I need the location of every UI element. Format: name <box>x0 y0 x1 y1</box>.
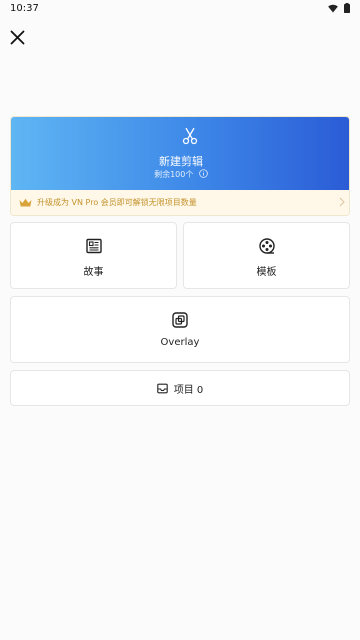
film-reel-icon <box>258 238 275 254</box>
close-button[interactable] <box>6 26 28 48</box>
info-icon[interactable] <box>199 169 208 178</box>
status-time: 10:37 <box>10 3 39 14</box>
projects-label: 项目 0 <box>173 384 204 396</box>
template-tile[interactable]: 模板 <box>183 222 350 289</box>
status-icons <box>328 3 350 13</box>
new-edit-title: 新建剪辑 <box>159 155 203 168</box>
overlay-icon <box>172 312 188 328</box>
close-icon <box>10 30 24 44</box>
crown-icon <box>19 198 32 206</box>
chevron-right-icon <box>339 197 345 207</box>
overlay-label: Overlay <box>160 337 200 348</box>
status-bar: 10:37 <box>0 0 360 18</box>
new-edit-button[interactable]: 新建剪辑 剩余100个 <box>11 117 349 190</box>
scissors-icon <box>182 127 198 145</box>
wifi-icon <box>328 4 338 12</box>
overlay-tile[interactable]: Overlay <box>10 296 350 363</box>
story-tile[interactable]: 故事 <box>10 222 177 289</box>
newspaper-icon <box>85 238 102 254</box>
template-label: 模板 <box>256 267 277 278</box>
pro-upgrade-banner[interactable]: 升级成为 VN Pro 会员即可解锁无限项目数量 <box>11 190 349 215</box>
story-label: 故事 <box>83 267 104 278</box>
new-edit-card: 新建剪辑 剩余100个 升级成为 VN Pro 会员即可解锁无限项目数量 <box>10 116 350 216</box>
remaining-count: 剩余100个 <box>11 169 349 180</box>
inbox-icon <box>156 383 168 393</box>
battery-icon <box>344 3 350 13</box>
projects-button[interactable]: 项目 0 <box>10 370 350 406</box>
pro-upgrade-text: 升级成为 VN Pro 会员即可解锁无限项目数量 <box>37 198 197 207</box>
remaining-count-text: 剩余100个 <box>154 170 194 179</box>
